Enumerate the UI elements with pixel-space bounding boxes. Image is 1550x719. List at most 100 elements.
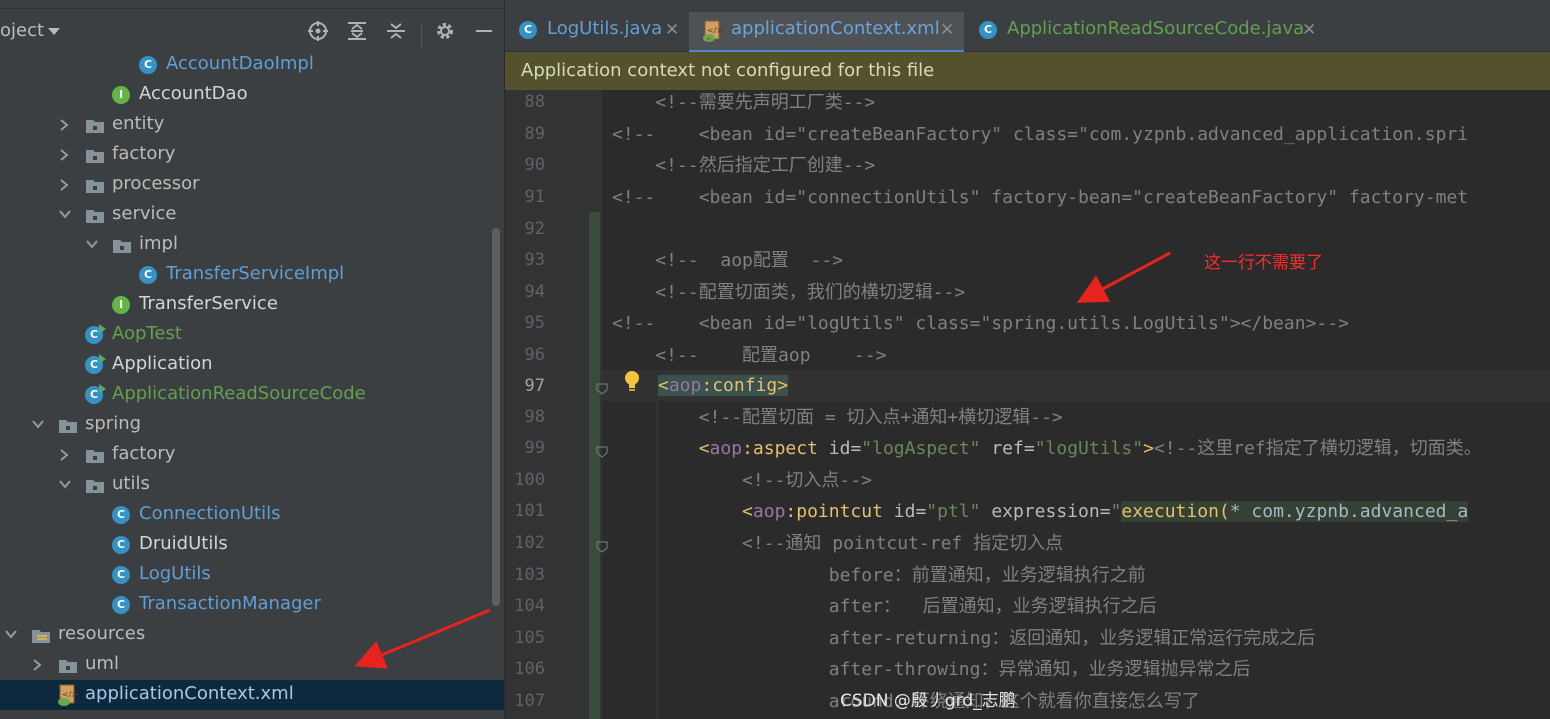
tree-row[interactable]: C AopTest xyxy=(0,320,492,350)
tree-row[interactable]: I AccountDao xyxy=(0,80,492,110)
tree-row[interactable]: uml xyxy=(0,650,492,680)
project-scrollbar[interactable] xyxy=(492,228,500,606)
chevron-right-icon[interactable] xyxy=(59,449,69,461)
tree-row[interactable]: entity xyxy=(0,110,492,140)
fold-icon[interactable] xyxy=(596,443,608,458)
tree-row[interactable]: </> applicationContext.xml xyxy=(0,680,504,710)
code-line-95[interactable]: <!-- <bean id="logUtils" class="spring.u… xyxy=(612,313,1349,335)
tree-row[interactable]: resources xyxy=(0,620,492,650)
folder-icon xyxy=(112,238,132,254)
tree-item-label: TransferServiceImpl xyxy=(166,263,345,284)
resources-folder-icon xyxy=(31,628,51,644)
chevron-down-icon[interactable] xyxy=(59,209,71,219)
class-icon: C xyxy=(139,56,157,74)
chevron-right-icon[interactable] xyxy=(59,149,69,161)
chevron-right-icon[interactable] xyxy=(32,659,42,671)
line-number: 103 xyxy=(514,565,545,585)
code-line-89[interactable]: <!-- <bean id="createBeanFactory" class=… xyxy=(612,124,1468,146)
close-icon[interactable]: ✕ xyxy=(1302,20,1316,40)
code-line-90[interactable]: <!--然后指定工厂创建--> xyxy=(612,155,875,177)
tree-row[interactable]: utils xyxy=(0,470,492,500)
chevron-down-icon[interactable] xyxy=(5,629,17,639)
line-number: 94 xyxy=(524,282,545,302)
class-icon: C xyxy=(112,596,130,614)
folder-icon xyxy=(85,148,105,164)
tree-row[interactable]: C TransactionManager xyxy=(0,590,492,620)
folder-icon xyxy=(58,418,78,434)
tree-row[interactable]: factory xyxy=(0,140,492,170)
tree-item-label: spring xyxy=(85,413,142,434)
interface-icon: I xyxy=(112,296,130,314)
line-number: 92 xyxy=(524,219,545,239)
tree-item-label: AopTest xyxy=(112,323,182,344)
chevron-right-icon[interactable] xyxy=(59,119,69,131)
chevron-down-icon[interactable] xyxy=(48,28,60,35)
tree-row[interactable]: spring xyxy=(0,410,492,440)
tree-row[interactable]: factory xyxy=(0,440,492,470)
code-line-101[interactable]: <aop:pointcut id="ptl" expression="execu… xyxy=(612,501,1469,523)
folder-icon xyxy=(85,118,105,134)
line-number: 90 xyxy=(524,155,545,175)
line-number: 97 xyxy=(524,376,545,396)
tab-label: ApplicationReadSourceCode.java xyxy=(1007,18,1305,39)
tree-item-label: utils xyxy=(112,473,150,494)
code-line-102[interactable]: <!--通知 pointcut-ref 指定切入点 xyxy=(612,533,1063,555)
tree-row[interactable]: processor xyxy=(0,170,492,200)
expand-all-icon[interactable] xyxy=(344,18,370,44)
code-line-96[interactable]: <!-- 配置aop --> xyxy=(612,345,886,367)
fold-icon[interactable] xyxy=(596,538,608,553)
code-line-99[interactable]: <aop:aspect id="logAspect" ref="logUtils… xyxy=(612,438,1482,460)
line-number: 100 xyxy=(514,470,545,490)
project-title[interactable]: oject xyxy=(0,20,44,41)
locate-icon[interactable] xyxy=(305,18,331,44)
tree-row[interactable]: impl xyxy=(0,230,492,260)
minimize-icon[interactable] xyxy=(471,18,497,44)
code-line-106[interactable]: after-throwing：异常通知，业务逻辑抛异常之后 xyxy=(612,659,1251,681)
line-number: 101 xyxy=(514,501,545,521)
close-icon[interactable]: ✕ xyxy=(665,20,679,40)
svg-text:</>: </> xyxy=(707,26,723,35)
chevron-down-icon[interactable] xyxy=(59,479,71,489)
lightbulb-icon[interactable] xyxy=(623,370,641,394)
watermark: CSDN @殷丿grd_志鹏 xyxy=(840,691,1016,711)
tree-row[interactable]: C TransferServiceImpl xyxy=(0,260,492,290)
code-line-104[interactable]: after： 后置通知，业务逻辑执行之后 xyxy=(612,596,1157,618)
tree-row[interactable]: C AccountDaoImpl xyxy=(0,50,492,80)
code-line-100[interactable]: <!--切入点--> xyxy=(612,470,872,492)
xml-file-icon: </> xyxy=(58,684,78,706)
code-line-88[interactable]: <!--需要先声明工厂类--> xyxy=(612,92,875,114)
line-number: 107 xyxy=(514,691,545,711)
toolbar-divider xyxy=(421,24,422,50)
chevron-right-icon[interactable] xyxy=(59,179,69,191)
tree-row[interactable]: C DruidUtils xyxy=(0,530,492,560)
line-number: 91 xyxy=(524,187,545,207)
tab-applicationcontext[interactable]: </> ✶ applicationContext.xml ✕ xyxy=(689,12,964,53)
tree-item-label: processor xyxy=(112,173,200,194)
tab-applicationreadsourcecode[interactable]: C ApplicationReadSourceCode.java ✕ xyxy=(965,12,1335,50)
tree-item-label: ApplicationReadSourceCode xyxy=(112,383,366,404)
tab-label: applicationContext.xml xyxy=(731,18,940,39)
code-line-93[interactable]: <!-- aop配置 --> xyxy=(612,250,843,272)
code-line-94[interactable]: <!--配置切面类，我们的横切逻辑--> xyxy=(612,282,965,304)
chevron-down-icon[interactable] xyxy=(32,419,44,429)
tree-row[interactable]: I TransferService xyxy=(0,290,492,320)
gear-icon[interactable] xyxy=(432,18,458,44)
tree-row[interactable]: C LogUtils xyxy=(0,560,492,590)
code-line-103[interactable]: before：前置通知，业务逻辑执行之前 xyxy=(612,565,1146,587)
code-line-98[interactable]: <!--配置切面 = 切入点+通知+横切逻辑--> xyxy=(612,407,1063,429)
project-header: oject xyxy=(0,10,504,52)
tree-row[interactable]: service xyxy=(0,200,492,230)
fold-icon[interactable] xyxy=(596,380,608,395)
close-icon[interactable]: ✕ xyxy=(940,20,954,40)
tree-row[interactable]: C Application xyxy=(0,350,492,380)
line-number: 98 xyxy=(524,407,545,427)
chevron-down-icon[interactable] xyxy=(86,239,98,249)
folder-icon xyxy=(85,448,105,464)
collapse-all-icon[interactable] xyxy=(383,18,409,44)
tree-row[interactable]: C ApplicationReadSourceCode xyxy=(0,380,492,410)
tree-row[interactable]: C ConnectionUtils xyxy=(0,500,492,530)
code-line-97[interactable]: <aop:config> xyxy=(658,375,789,397)
code-line-105[interactable]: after-returning：返回通知，业务逻辑正常运行完成之后 xyxy=(612,628,1316,650)
code-line-91[interactable]: <!-- <bean id="connectionUtils" factory-… xyxy=(612,187,1468,209)
tab-logutils[interactable]: C LogUtils.java ✕ xyxy=(505,12,688,50)
